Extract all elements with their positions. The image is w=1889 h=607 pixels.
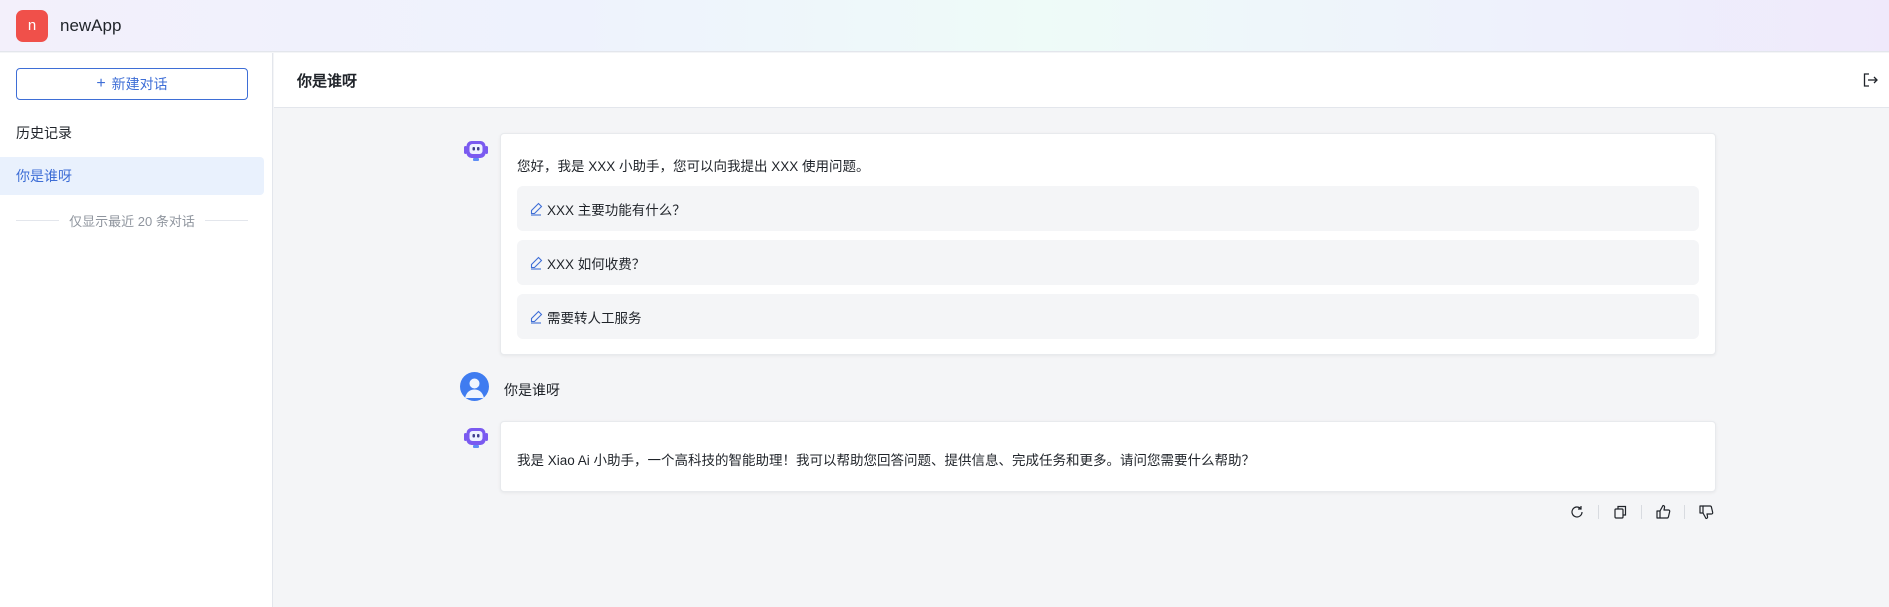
suggestion-item[interactable]: 需要转人工服务: [517, 294, 1699, 339]
app-name: newApp: [60, 15, 122, 35]
greeting-text: 您好，我是 XXX 小助手，您可以向我提出 XXX 使用问题。: [517, 159, 870, 174]
history-item-active[interactable]: 你是谁呀: [0, 157, 264, 195]
thumbs-down-icon[interactable]: [1697, 503, 1715, 521]
suggestion-item[interactable]: XXX 如何收费？: [517, 240, 1699, 285]
app-logo: n: [16, 9, 48, 42]
divider: [1598, 505, 1599, 519]
divider: [1684, 505, 1685, 519]
suggestion-item[interactable]: XXX 主要功能有什么？: [517, 186, 1699, 231]
suggestion-text: XXX 如何收费？: [547, 256, 646, 272]
copy-icon[interactable]: [1611, 503, 1629, 521]
suggestion-text: XXX 主要功能有什么？: [547, 202, 686, 218]
history-title: 历史记录: [16, 125, 72, 141]
app-header: n newApp: [0, 0, 1889, 52]
edit-icon: [530, 256, 543, 270]
edit-icon: [530, 310, 543, 324]
user-message-text: 你是谁呀: [504, 382, 560, 398]
suggestion-text: 需要转人工服务: [547, 310, 642, 326]
history-item-label: 你是谁呀: [16, 168, 72, 184]
user-avatar: [460, 372, 489, 401]
new-chat-label: 新建对话: [111, 76, 168, 92]
conversation-title: 你是谁呀: [297, 72, 358, 90]
divider: [16, 220, 60, 221]
bot-message-greeting: 您好，我是 XXX 小助手，您可以向我提出 XXX 使用问题。 XXX 主要功能…: [500, 133, 1716, 355]
bot-avatar-icon: [464, 141, 488, 161]
app-logo-letter: n: [27, 17, 37, 34]
conversation-header: 你是谁呀: [274, 53, 1889, 108]
refresh-icon[interactable]: [1568, 503, 1586, 521]
bot-message-answer: 我是 Xiao Ai 小助手，一个高科技的智能助理！我可以帮助您回答问题、提供信…: [500, 421, 1716, 492]
message-actions: [1568, 503, 1715, 521]
logout-icon[interactable]: [1861, 71, 1879, 89]
history-note-text: 仅显示最近 20 条对话: [69, 214, 195, 229]
edit-icon: [530, 202, 543, 216]
answer-text: 我是 Xiao Ai 小助手，一个高科技的智能助理！我可以帮助您回答问题、提供信…: [517, 453, 1256, 468]
divider: [204, 220, 248, 221]
thumbs-up-icon[interactable]: [1654, 503, 1672, 521]
sidebar: + 新建对话 历史记录 你是谁呀 仅显示最近 20 条对话: [0, 53, 273, 607]
bot-avatar-icon: [464, 428, 488, 448]
history-limit-note: 仅显示最近 20 条对话: [16, 211, 248, 230]
user-icon: [465, 378, 484, 398]
divider: [1641, 505, 1642, 519]
plus-icon: +: [96, 75, 106, 92]
new-chat-button[interactable]: + 新建对话: [16, 68, 248, 100]
